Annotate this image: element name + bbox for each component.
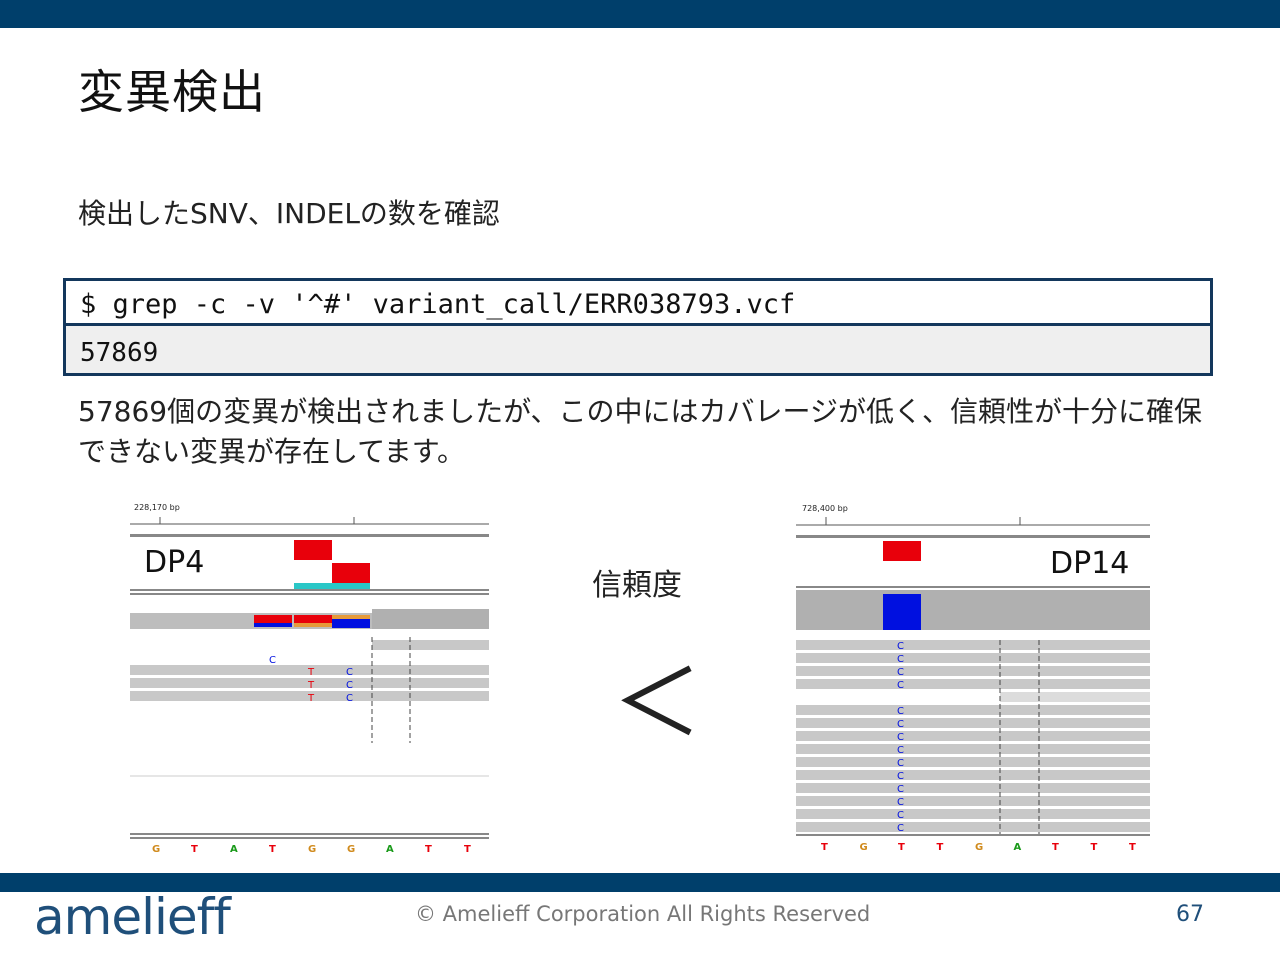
- ruler-text: 728,400 bp: [802, 504, 848, 513]
- variant-block: [883, 541, 921, 561]
- reference-base: G: [347, 844, 355, 855]
- reference-sequence: TGTTGATTT: [821, 842, 1136, 853]
- svg-text:C: C: [897, 771, 904, 782]
- svg-text:C: C: [269, 655, 276, 666]
- reference-base: G: [308, 844, 316, 855]
- reference-base: G: [975, 842, 983, 853]
- reference-base: T: [1091, 842, 1098, 853]
- reference-base: T: [425, 844, 432, 855]
- reference-base: T: [1052, 842, 1059, 853]
- igv-panel-right: 728,400 bp CCCC CCCC CCCC CC TGT T G A T…: [796, 494, 1150, 859]
- slide-subtitle: 検出したSNV、INDELの数を確認: [78, 197, 500, 230]
- output-box: 57869: [63, 326, 1213, 376]
- dp-label: DP4: [144, 545, 205, 580]
- comparison-label: 信頼度: [592, 568, 682, 603]
- reference-base: G: [152, 844, 160, 855]
- top-bar: [0, 0, 1280, 28]
- svg-text:C: C: [346, 693, 353, 704]
- reference-base: T: [269, 844, 276, 855]
- reference-base: A: [386, 844, 394, 855]
- svg-text:C: C: [897, 667, 904, 678]
- reference-base: T: [1129, 842, 1136, 853]
- ruler-text: 228,170 bp: [134, 503, 180, 512]
- reference-base: A: [230, 844, 238, 855]
- svg-text:T: T: [307, 680, 315, 691]
- svg-text:T: T: [307, 667, 315, 678]
- igv-panel-left: 228,170 bp C T T T C C C GTATGGATT DP4: [130, 497, 489, 860]
- company-logo: amelieff: [34, 888, 231, 946]
- reference-base: T: [464, 844, 471, 855]
- reference-base: T: [191, 844, 198, 855]
- svg-text:C: C: [346, 667, 353, 678]
- svg-text:C: C: [897, 680, 904, 691]
- reference-sequence: GTATGGATT: [152, 844, 471, 855]
- svg-text:C: C: [897, 654, 904, 665]
- copyright-text: © Amelieff Corporation All Rights Reserv…: [415, 902, 871, 926]
- svg-text:T: T: [307, 693, 315, 704]
- variant-block: [332, 563, 370, 583]
- variant-block: [883, 594, 921, 630]
- slide-title: 変異検出: [78, 65, 266, 119]
- variant-block: [294, 540, 332, 560]
- less-than-symbol: ＜: [612, 651, 702, 756]
- page-number: 67: [1176, 902, 1204, 927]
- command-box: $ grep -c -v '^#' variant_call/ERR038793…: [63, 278, 1213, 326]
- reference-base: T: [821, 842, 828, 853]
- reference-base: A: [1014, 842, 1022, 853]
- reference-base: T: [898, 842, 905, 853]
- svg-text:C: C: [897, 797, 904, 808]
- command-text: $ grep -c -v '^#' variant_call/ERR038793…: [80, 289, 796, 320]
- indel-bar: [294, 583, 370, 589]
- svg-text:C: C: [897, 706, 904, 717]
- svg-text:C: C: [897, 732, 904, 743]
- svg-text:C: C: [897, 758, 904, 769]
- dp-label: DP14: [1050, 546, 1130, 581]
- output-text: 57869: [80, 338, 159, 368]
- reference-base: T: [937, 842, 944, 853]
- svg-text:C: C: [897, 810, 904, 821]
- svg-text:C: C: [897, 745, 904, 756]
- svg-text:C: C: [346, 680, 353, 691]
- svg-text:C: C: [897, 641, 904, 652]
- svg-text:C: C: [897, 823, 904, 834]
- reference-base: G: [860, 842, 868, 853]
- body-text: 57869個の変異が検出されましたが、この中にはカバレージが低く、信頼性が十分に…: [78, 395, 1202, 468]
- svg-text:C: C: [897, 784, 904, 795]
- svg-text:C: C: [897, 719, 904, 730]
